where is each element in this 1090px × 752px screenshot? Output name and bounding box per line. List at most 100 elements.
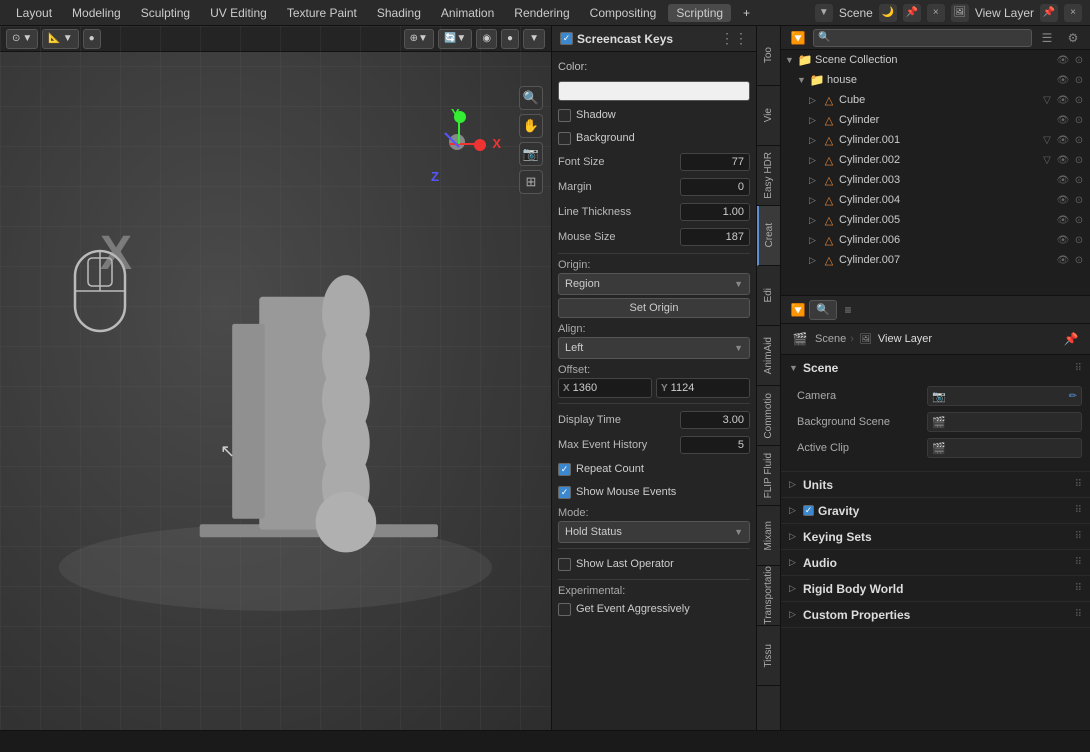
max-event-history-value[interactable]: 5 (680, 436, 750, 454)
vtab-too[interactable]: Too (757, 26, 781, 86)
breadcrumb-scene[interactable]: Scene (815, 333, 846, 345)
align-dropdown[interactable]: Left ▼ (558, 337, 750, 359)
viewport-3d[interactable]: ⊙ ▼ 📐▼ ● ⊕▼ 🔄▼ ◉ ● ▼ (0, 26, 551, 730)
repeat-count-checkbox[interactable] (558, 463, 571, 476)
gravity-checkbox[interactable] (803, 505, 814, 516)
cyl001-render-icon[interactable]: ⊙ (1072, 135, 1086, 146)
outliner-cube[interactable]: ▷ △ Cube ▽ 👁 ⊙ (781, 90, 1090, 110)
outliner-cylinder007[interactable]: ▷ △ Cylinder.007 👁 ⊙ (781, 250, 1090, 270)
gravity-drag[interactable]: ⠿ (1075, 505, 1082, 516)
offset-y-field[interactable]: Y 1124 (656, 378, 750, 398)
units-section[interactable]: ▷ Units ⠿ (781, 472, 1090, 498)
outliner-cylinder[interactable]: ▷ △ Cylinder 👁 ⊙ (781, 110, 1090, 130)
cyl002-vis-icon[interactable]: 👁 (1056, 155, 1070, 166)
cyl003-render-icon[interactable]: ⊙ (1072, 175, 1086, 186)
cyl003-vis-icon[interactable]: 👁 (1056, 175, 1070, 186)
set-origin-btn[interactable]: Set Origin (558, 298, 750, 318)
scene-selector[interactable]: 🌙 (879, 4, 897, 22)
outliner-view-btn[interactable]: ☰ (1036, 27, 1058, 49)
gravity-section[interactable]: ▷ Gravity ⠿ (781, 498, 1090, 524)
vtab-creat[interactable]: Creat (757, 206, 781, 266)
visibility-icon[interactable]: 👁 (1056, 55, 1070, 66)
offset-x-field[interactable]: X 1360 (558, 378, 652, 398)
menu-scripting[interactable]: Scripting (668, 4, 731, 22)
engine-selector[interactable]: ▼ (815, 4, 833, 22)
shadow-checkbox[interactable] (558, 109, 571, 122)
menu-uv-editing[interactable]: UV Editing (202, 4, 275, 22)
font-size-value[interactable]: 77 (680, 153, 750, 171)
show-mouse-events-checkbox[interactable] (558, 486, 571, 499)
cyl004-render-icon[interactable]: ⊙ (1072, 195, 1086, 206)
props-search-btn[interactable]: 🔍 (812, 299, 834, 321)
view-layer-options[interactable]: × (1064, 4, 1082, 22)
house-render-icon[interactable]: ⊙ (1072, 75, 1086, 86)
scene-pin[interactable]: 📌 (903, 4, 921, 22)
cyl007-vis-icon[interactable]: 👁 (1056, 255, 1070, 266)
menu-add-workspace[interactable]: + (735, 4, 758, 22)
rigid-body-section[interactable]: ▷ Rigid Body World ⠿ (781, 576, 1090, 602)
cyl001-vis-icon[interactable]: 👁 (1056, 135, 1070, 146)
margin-value[interactable]: 0 (680, 178, 750, 196)
vtab-animaid[interactable]: AnimAid (757, 326, 781, 386)
display-time-value[interactable]: 3.00 (680, 411, 750, 429)
render-icon[interactable]: ⊙ (1072, 55, 1086, 66)
vtab-tissu[interactable]: Tissu (757, 626, 781, 686)
vtab-commotio[interactable]: Commotio (757, 386, 781, 446)
outliner-search[interactable]: 🔍 (813, 29, 1032, 47)
menu-compositing[interactable]: Compositing (582, 4, 665, 22)
menu-rendering[interactable]: Rendering (506, 4, 577, 22)
cyl001-filter-icon[interactable]: ▽ (1040, 135, 1054, 146)
props-scene-icon[interactable]: 🎬 (789, 328, 811, 350)
background-checkbox[interactable] (558, 132, 571, 145)
vtab-flip-fluid[interactable]: FLIP Fluid (757, 446, 781, 506)
view-layer-icon[interactable]: 🖼 (951, 4, 969, 22)
outliner-cylinder006[interactable]: ▷ △ Cylinder.006 👁 ⊙ (781, 230, 1090, 250)
audio-section[interactable]: ▷ Audio ⠿ (781, 550, 1090, 576)
outliner-cylinder001[interactable]: ▷ △ Cylinder.001 ▽ 👁 ⊙ (781, 130, 1090, 150)
cyl006-vis-icon[interactable]: 👁 (1056, 235, 1070, 246)
active-clip-value[interactable]: 🎬 (927, 438, 1082, 458)
outliner-scene-collection[interactable]: ▼ 📁 Scene Collection 👁 ⊙ (781, 50, 1090, 70)
camera-view-btn[interactable]: 📷 (519, 142, 543, 166)
keying-sets-drag[interactable]: ⠿ (1075, 531, 1082, 542)
house-vis-icon[interactable]: 👁 (1056, 75, 1070, 86)
pan-btn[interactable]: ✋ (519, 114, 543, 138)
breadcrumb-layer-icon[interactable]: 🖼 (858, 331, 874, 347)
color-picker[interactable] (558, 81, 750, 101)
cyl007-render-icon[interactable]: ⊙ (1072, 255, 1086, 266)
scene-drag-handle[interactable]: ⠿ (1075, 363, 1082, 374)
units-drag[interactable]: ⠿ (1075, 479, 1082, 490)
cylinder-vis-icon[interactable]: 👁 (1056, 115, 1070, 126)
cube-vis-icon[interactable]: 👁 (1056, 95, 1070, 106)
outliner-cylinder005[interactable]: ▷ △ Cylinder.005 👁 ⊙ (781, 210, 1090, 230)
outliner-cylinder003[interactable]: ▷ △ Cylinder.003 👁 ⊙ (781, 170, 1090, 190)
outliner-cylinder004[interactable]: ▷ △ Cylinder.004 👁 ⊙ (781, 190, 1090, 210)
props-pin-btn[interactable]: 📌 (1060, 328, 1082, 350)
screencast-panel-menu[interactable]: ⋮⋮ (720, 30, 748, 47)
mode-dropdown[interactable]: Hold Status ▼ (558, 521, 750, 543)
outliner-house[interactable]: ▼ 📁 house 👁 ⊙ (781, 70, 1090, 90)
menu-shading[interactable]: Shading (369, 4, 429, 22)
audio-drag[interactable]: ⠿ (1075, 557, 1082, 568)
cylinder-render-icon[interactable]: ⊙ (1072, 115, 1086, 126)
zoom-to-selected-btn[interactable]: 🔍 (519, 86, 543, 110)
menu-layout[interactable]: Layout (8, 4, 60, 22)
cyl005-render-icon[interactable]: ⊙ (1072, 215, 1086, 226)
outliner-cylinder002[interactable]: ▷ △ Cylinder.002 ▽ 👁 ⊙ (781, 150, 1090, 170)
cyl002-filter-icon[interactable]: ▽ (1040, 155, 1054, 166)
props-search-field[interactable]: 🔍 (809, 300, 837, 320)
props-filter-btn[interactable]: 🔽 (787, 299, 809, 321)
render-region-btn[interactable]: ⊞ (519, 170, 543, 194)
get-event-aggressively-checkbox[interactable] (558, 603, 571, 616)
vtab-edi[interactable]: Edi (757, 266, 781, 326)
origin-dropdown[interactable]: Region ▼ (558, 273, 750, 295)
rigid-body-drag[interactable]: ⠿ (1075, 583, 1082, 594)
menu-modeling[interactable]: Modeling (64, 4, 129, 22)
keying-sets-section[interactable]: ▷ Keying Sets ⠿ (781, 524, 1090, 550)
cyl004-vis-icon[interactable]: 👁 (1056, 195, 1070, 206)
outliner-settings-btn[interactable]: ⚙ (1062, 27, 1084, 49)
cyl006-render-icon[interactable]: ⊙ (1072, 235, 1086, 246)
cube-render-icon[interactable]: ⊙ (1072, 95, 1086, 106)
scene-options[interactable]: × (927, 4, 945, 22)
vtab-easy-hdr[interactable]: Easy HDR (757, 146, 781, 206)
